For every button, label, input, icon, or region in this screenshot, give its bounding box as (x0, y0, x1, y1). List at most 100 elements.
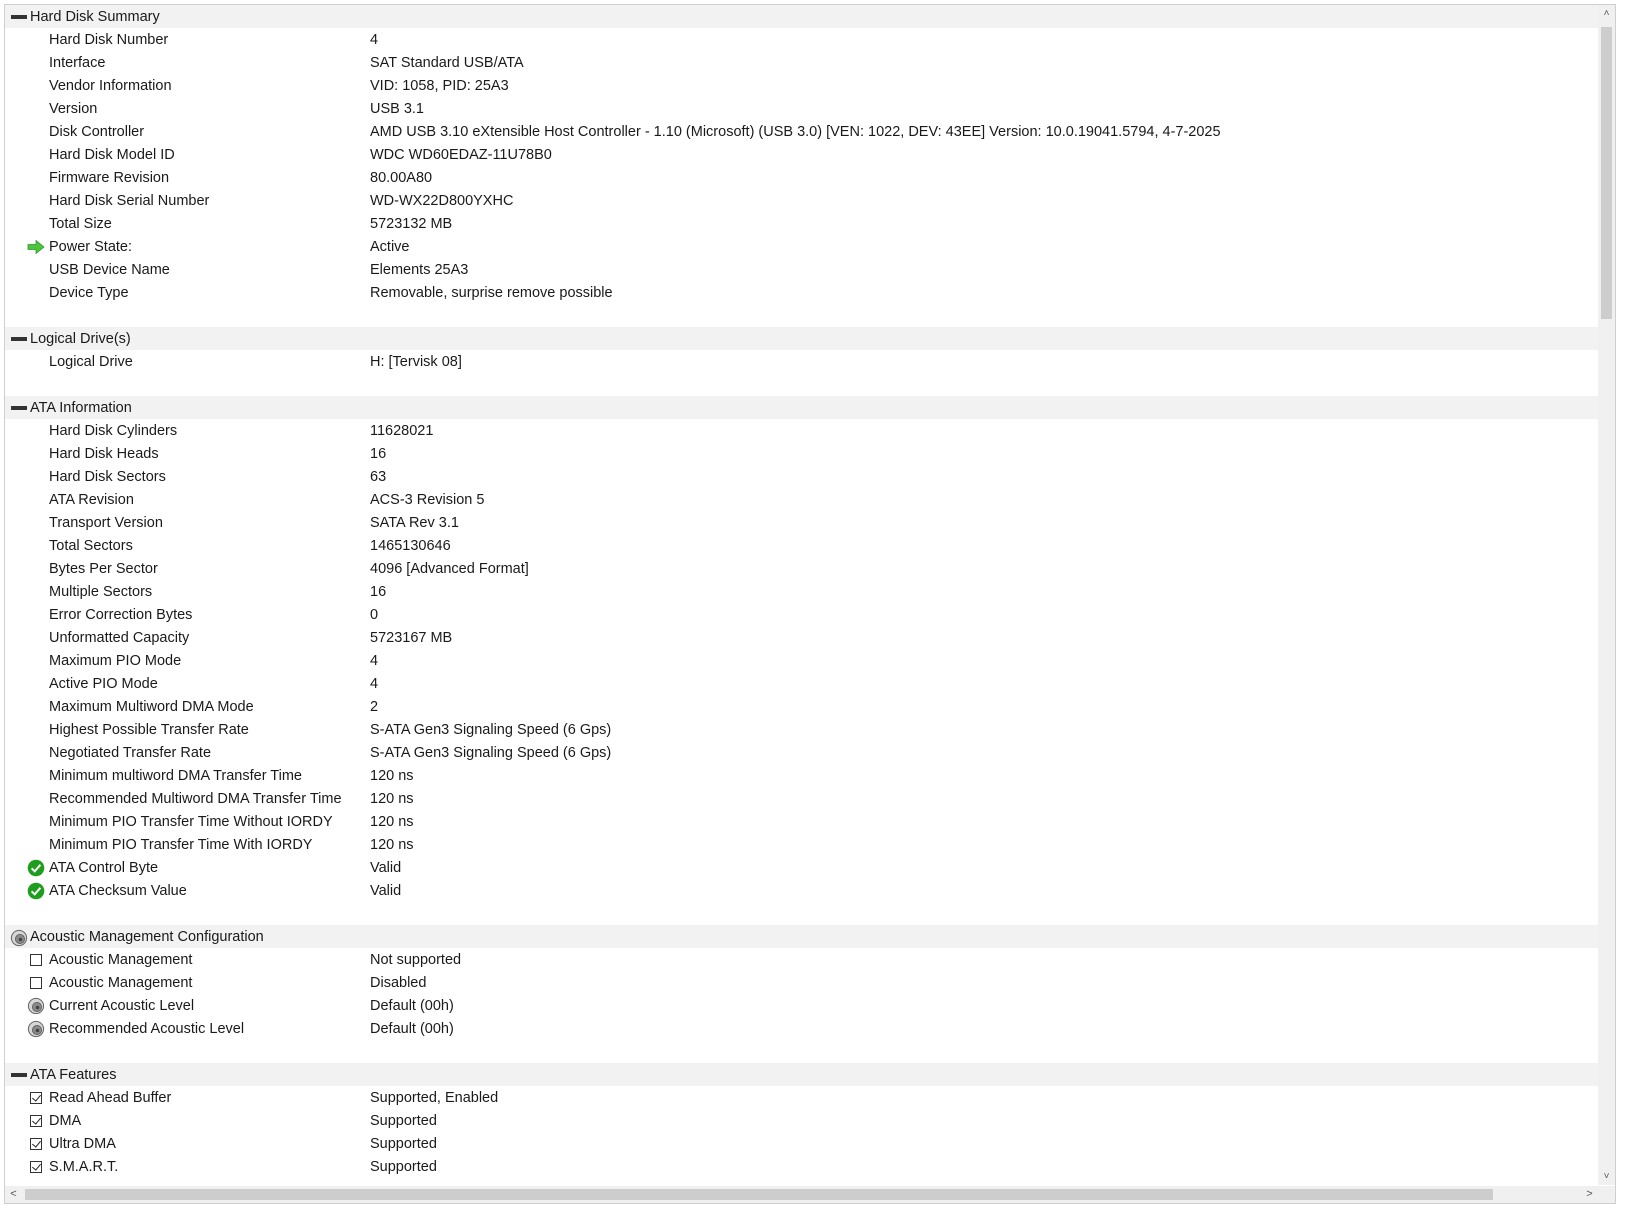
scroll-right-button[interactable]: > (1581, 1186, 1598, 1203)
property-value: Valid (370, 859, 402, 876)
property-value: 4 (370, 652, 379, 669)
property-row[interactable]: Hard Disk Heads 16 (5, 442, 1615, 465)
property-value: Removable, surprise remove possible (370, 284, 613, 301)
checkbox-checked-icon[interactable] (26, 1088, 46, 1107)
property-value: 0 (370, 606, 379, 623)
property-label: Maximum PIO Mode (49, 652, 182, 669)
property-row[interactable]: Unformatted Capacity 5723167 MB (5, 626, 1615, 649)
property-value: WD-WX22D800YXHC (370, 192, 514, 209)
property-row[interactable]: Highest Possible Transfer Rate S-ATA Gen3… (5, 718, 1615, 741)
collapse-minus-icon[interactable] (10, 1067, 28, 1083)
horizontal-scrollbar[interactable]: < > (5, 1186, 1598, 1203)
property-row[interactable]: Recommended Multiword DMA Transfer Time 1… (5, 787, 1615, 810)
property-value: 80.00A80 (370, 169, 433, 186)
checkbox-checked-icon[interactable] (26, 1134, 46, 1153)
property-label: Negotiated Transfer Rate (49, 744, 212, 761)
property-row[interactable]: Maximum PIO Mode 4 (5, 649, 1615, 672)
property-row[interactable]: Error Correction Bytes 0 (5, 603, 1615, 626)
checkbox-checked-icon[interactable] (26, 1111, 46, 1130)
section-header-ata-information[interactable]: ATA Information (5, 396, 1615, 419)
section-title: Logical Drive(s) (30, 330, 131, 347)
property-row[interactable]: Minimum multiword DMA Transfer Time 120 n… (5, 764, 1615, 787)
property-row[interactable]: DMA Supported (5, 1109, 1615, 1132)
property-label: ATA Checksum Value (49, 882, 187, 899)
property-value: Not supported (370, 951, 462, 968)
scroll-down-button[interactable]: ˅ (1598, 1168, 1615, 1185)
property-label: Minimum PIO Transfer Time With IORDY (49, 836, 313, 853)
property-row[interactable]: Hard Disk Model ID WDC WD60EDAZ-11U78B0 (5, 143, 1615, 166)
scroll-up-button[interactable]: ˄ (1598, 5, 1615, 22)
property-row[interactable]: Version USB 3.1 (5, 97, 1615, 120)
property-row[interactable]: Transport Version SATA Rev 3.1 (5, 511, 1615, 534)
property-row[interactable]: Read Ahead Buffer Supported, Enabled (5, 1086, 1615, 1109)
horizontal-scroll-thumb[interactable] (25, 1189, 1493, 1200)
property-row[interactable]: Minimum PIO Transfer Time Without IORDY 1… (5, 810, 1615, 833)
property-label: Unformatted Capacity (49, 629, 190, 646)
property-label: Ultra DMA (49, 1135, 116, 1152)
property-label: Device Type (49, 284, 129, 301)
property-label: Error Correction Bytes (49, 606, 193, 623)
property-row[interactable]: Ultra DMA Supported (5, 1132, 1615, 1155)
property-value: 2 (370, 698, 379, 715)
property-row[interactable]: Power State: Active (5, 235, 1615, 258)
property-row[interactable]: Hard Disk Number 4 (5, 28, 1615, 51)
property-row[interactable]: S.M.A.R.T. Supported (5, 1155, 1615, 1178)
section-header-hard-disk-summary[interactable]: Hard Disk Summary (5, 5, 1615, 28)
property-row[interactable]: Total Sectors 1465130646 (5, 534, 1615, 557)
scroll-left-button[interactable]: < (5, 1186, 22, 1203)
property-label: Read Ahead Buffer (49, 1089, 172, 1106)
property-row[interactable]: Interface SAT Standard USB/ATA (5, 51, 1615, 74)
property-row[interactable]: Disk Controller AMD USB 3.10 eXtensible H… (5, 120, 1615, 143)
property-row[interactable]: USB Device Name Elements 25A3 (5, 258, 1615, 281)
section-header-logical-drive-s[interactable]: Logical Drive(s) (5, 327, 1615, 350)
property-row[interactable]: Vendor Information VID: 1058, PID: 25A3 (5, 74, 1615, 97)
collapse-minus-icon[interactable] (10, 9, 28, 25)
property-row[interactable]: Acoustic Management Disabled (5, 971, 1615, 994)
speaker-icon[interactable] (10, 929, 28, 947)
property-label: USB Device Name (49, 261, 170, 278)
checkbox-checked-icon[interactable] (26, 1157, 46, 1176)
property-row[interactable]: Current Acoustic Level Default (00h) (5, 994, 1615, 1017)
property-row[interactable]: Acoustic Management Not supported (5, 948, 1615, 971)
property-row[interactable]: ATA Control Byte Valid (5, 856, 1615, 879)
collapse-minus-icon[interactable] (10, 331, 28, 347)
property-label: ATA Control Byte (49, 859, 159, 876)
property-row[interactable]: Bytes Per Sector 4096 [Advanced Format] (5, 557, 1615, 580)
property-label: Multiple Sectors (49, 583, 153, 600)
property-value: 11628021 (370, 422, 434, 439)
property-value: Elements 25A3 (370, 261, 469, 278)
property-value: 4 (370, 675, 379, 692)
property-row[interactable]: Negotiated Transfer Rate S-ATA Gen3 Signa… (5, 741, 1615, 764)
property-value: VID: 1058, PID: 25A3 (370, 77, 509, 94)
property-row[interactable]: ATA Revision ACS-3 Revision 5 (5, 488, 1615, 511)
property-row[interactable]: Hard Disk Sectors 63 (5, 465, 1615, 488)
vertical-scrollbar[interactable]: ˄ ˅ (1598, 5, 1615, 1185)
property-label: Highest Possible Transfer Rate (49, 721, 249, 738)
property-row[interactable]: Logical Drive H: [Tervisk 08] (5, 350, 1615, 373)
property-row[interactable]: Total Size 5723132 MB (5, 212, 1615, 235)
property-row[interactable]: Hard Disk Serial Number WD-WX22D800YXHC (5, 189, 1615, 212)
property-row[interactable]: Active PIO Mode 4 (5, 672, 1615, 695)
property-row[interactable]: Hard Disk Cylinders 11628021 (5, 419, 1615, 442)
property-row[interactable]: Minimum PIO Transfer Time With IORDY 120 … (5, 833, 1615, 856)
checkbox-unchecked-icon[interactable] (26, 950, 46, 969)
collapse-minus-icon[interactable] (10, 400, 28, 416)
property-row[interactable]: Device Type Removable, surprise remove po… (5, 281, 1615, 304)
property-label: Total Size (49, 215, 112, 232)
property-value: WDC WD60EDAZ-11U78B0 (370, 146, 552, 163)
property-value: 16 (370, 445, 387, 462)
property-row[interactable]: Maximum Multiword DMA Mode 2 (5, 695, 1615, 718)
property-label: Acoustic Management (49, 951, 193, 968)
checkbox-unchecked-icon[interactable] (26, 973, 46, 992)
property-row[interactable]: Multiple Sectors 16 (5, 580, 1615, 603)
section-title: ATA Information (30, 399, 132, 416)
property-row[interactable]: ATA Checksum Value Valid (5, 879, 1615, 902)
section-header-acoustic-management-configuration[interactable]: Acoustic Management Configuration (5, 925, 1615, 948)
property-row[interactable]: Firmware Revision 80.00A80 (5, 166, 1615, 189)
property-row[interactable]: Recommended Acoustic Level Default (00h) (5, 1017, 1615, 1040)
section-header-ata-features[interactable]: ATA Features (5, 1063, 1615, 1086)
vertical-scroll-thumb[interactable] (1601, 27, 1612, 319)
